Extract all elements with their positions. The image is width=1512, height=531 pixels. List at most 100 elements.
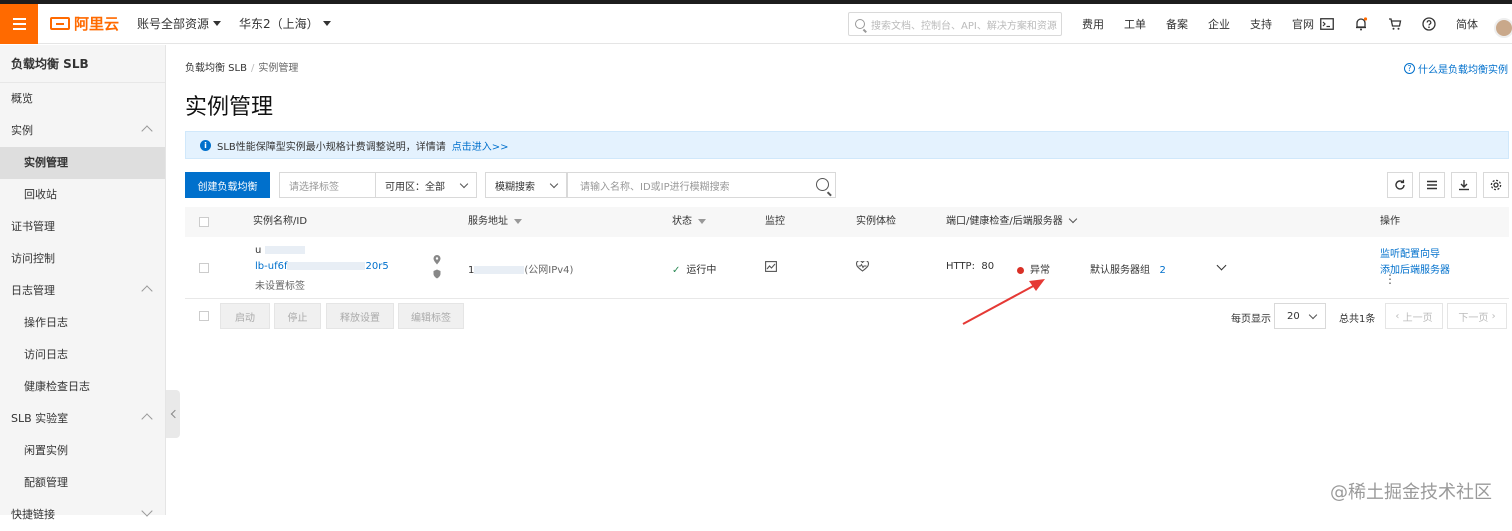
caret-down-icon xyxy=(213,21,222,26)
header-address[interactable]: 服务地址 xyxy=(468,207,522,237)
top-link-icp[interactable]: 备案 xyxy=(1166,16,1188,32)
top-links: 费用 工单 备案 企业 支持 官网 xyxy=(1082,4,1334,44)
terminal-icon[interactable] xyxy=(1320,17,1334,31)
status-badge: ✓ 运行中 xyxy=(672,265,717,276)
bulk-select-checkbox[interactable] xyxy=(199,311,209,321)
gear-icon xyxy=(1490,179,1502,191)
header-actions: 操作 xyxy=(1380,216,1400,227)
sidebar-item-instances[interactable]: 实例 xyxy=(0,115,165,147)
sidebar: 负载均衡 SLB 概览 实例 实例管理 回收站 证书管理 访问控制 日志管理 操… xyxy=(0,45,166,521)
avatar[interactable] xyxy=(1494,18,1512,38)
menu-icon[interactable] xyxy=(0,3,38,44)
sidebar-item-idle-instances[interactable]: 闲置实例 xyxy=(0,435,165,467)
instance-name[interactable]: u xyxy=(255,245,305,256)
health-checkup-icon[interactable] xyxy=(856,259,869,275)
chevron-up-icon xyxy=(141,413,153,425)
release-settings-button[interactable]: 释放设置 xyxy=(326,303,394,329)
server-count-link[interactable]: 2 xyxy=(1160,265,1166,276)
prev-page-button[interactable]: ‹ 上一页 xyxy=(1385,303,1443,329)
filter-icon xyxy=(514,218,522,224)
zone-select[interactable]: 可用区： 全部 xyxy=(375,172,477,198)
table-header: 实例名称/ID 服务地址 状态 监控 实例体检 端口/健康检查/后端服务器 操作 xyxy=(185,207,1509,237)
instance-table: 实例名称/ID 服务地址 状态 监控 实例体检 端口/健康检查/后端服务器 操作… xyxy=(185,207,1509,299)
notice-text: SLB性能保障型实例最小规格计费调整说明，详情请 xyxy=(217,141,446,153)
edit-tags-button[interactable]: 编辑标签 xyxy=(398,303,464,329)
notice-link[interactable]: 点击进入>> xyxy=(452,138,509,153)
per-page-select[interactable]: 20 xyxy=(1274,303,1326,329)
stop-button[interactable]: 停止 xyxy=(274,303,321,329)
region-dropdown[interactable]: 华东2（上海） xyxy=(239,15,331,32)
search-mode-select[interactable]: 模糊搜索 xyxy=(485,172,567,198)
next-page-button[interactable]: 下一页 › xyxy=(1447,303,1507,329)
settings-button[interactable] xyxy=(1483,172,1509,198)
sidebar-collapse-button[interactable] xyxy=(166,390,180,438)
top-link-enterprise[interactable]: 企业 xyxy=(1208,16,1230,32)
global-search-input[interactable]: 搜索文档、控制台、API、解决方案和资源 xyxy=(848,12,1062,36)
top-icon-group: 简体 xyxy=(1320,4,1478,44)
refresh-button[interactable] xyxy=(1387,172,1413,198)
sidebar-item-certificates[interactable]: 证书管理 xyxy=(0,211,165,243)
bell-icon[interactable] xyxy=(1354,17,1368,31)
header-ports[interactable]: 端口/健康检查/后端服务器 xyxy=(946,207,1078,237)
help-icon[interactable] xyxy=(1422,17,1436,31)
list-view-button[interactable] xyxy=(1419,172,1445,198)
cart-icon[interactable] xyxy=(1388,17,1402,31)
filter-icon xyxy=(698,218,706,224)
listener-wizard-link[interactable]: 监听配置向导 xyxy=(1380,245,1440,260)
aliyun-logo[interactable]: 阿里云 xyxy=(50,13,119,34)
sidebar-item-log-management[interactable]: 日志管理 xyxy=(0,275,165,307)
sidebar-item-instance-management[interactable]: 实例管理 xyxy=(0,147,165,179)
expand-row-button[interactable] xyxy=(1216,260,1227,271)
chevron-down-icon xyxy=(549,179,559,189)
page-title: 实例管理 xyxy=(185,95,274,120)
create-slb-button[interactable]: 创建负载均衡 xyxy=(185,172,270,198)
start-button[interactable]: 启动 xyxy=(220,303,270,329)
sidebar-item-recycle-bin[interactable]: 回收站 xyxy=(0,179,165,211)
chevron-left-icon xyxy=(170,409,179,419)
sidebar-item-health-check-logs[interactable]: 健康检查日志 xyxy=(0,371,165,403)
sidebar-item-overview[interactable]: 概览 xyxy=(0,83,165,115)
download-icon xyxy=(1459,180,1469,191)
shield-icon[interactable] xyxy=(433,269,441,282)
row-checkbox[interactable] xyxy=(199,263,209,273)
instance-id[interactable]: lb-uf6f 20r5 xyxy=(255,261,389,272)
table-row: u lb-uf6f 20r5 未设置标签 1 (公网IPv4) ✓ 运行中 HTTP:… xyxy=(185,237,1509,299)
monitor-icon[interactable] xyxy=(765,261,777,275)
top-link-support[interactable]: 支持 xyxy=(1250,16,1272,32)
total-count: 总共1条 xyxy=(1339,314,1376,325)
toolbar: 创建负载均衡 请选择标签 可用区： 全部 模糊搜索 请输入名称、ID或IP进行模糊… xyxy=(185,172,1509,198)
header-status[interactable]: 状态 xyxy=(672,207,706,237)
top-link-official[interactable]: 官网 xyxy=(1292,16,1314,32)
breadcrumb-slb[interactable]: 负载均衡 SLB xyxy=(185,63,247,74)
select-all-checkbox[interactable] xyxy=(199,217,209,227)
instance-tag[interactable]: 未设置标签 xyxy=(255,277,305,292)
header-name: 实例名称/ID xyxy=(253,216,308,227)
location-icon[interactable] xyxy=(433,255,441,268)
sidebar-item-slb-lab[interactable]: SLB 实验室 xyxy=(0,403,165,435)
top-link-fees[interactable]: 费用 xyxy=(1082,16,1104,32)
refresh-icon xyxy=(1395,179,1405,190)
per-page-label: 每页显示 xyxy=(1231,314,1271,325)
sidebar-item-quota-management[interactable]: 配额管理 xyxy=(0,467,165,499)
search-icon xyxy=(855,19,865,29)
top-link-tickets[interactable]: 工单 xyxy=(1124,16,1146,32)
help-link[interactable]: ? 什么是负载均衡实例 xyxy=(1404,61,1508,76)
chevron-up-icon xyxy=(141,285,153,297)
search-icon[interactable] xyxy=(816,178,829,191)
question-circle-icon: ? xyxy=(1404,63,1415,74)
language-switch[interactable]: 简体 xyxy=(1456,16,1478,32)
account-scope-dropdown[interactable]: 账号全部资源 xyxy=(137,15,222,32)
logo-mark-icon xyxy=(50,17,70,30)
caret-down-icon xyxy=(322,21,331,26)
bulk-action-bar: 启动 停止 释放设置 编辑标签 每页显示 20 总共1条 ‹ 上一页 下一页 › xyxy=(185,303,1509,329)
check-icon: ✓ xyxy=(672,265,681,276)
sidebar-item-access-logs[interactable]: 访问日志 xyxy=(0,339,165,371)
more-actions-icon[interactable]: ⋮ xyxy=(1384,273,1396,285)
sidebar-item-quick-links[interactable]: 快捷链接 xyxy=(0,499,165,531)
sidebar-item-operation-logs[interactable]: 操作日志 xyxy=(0,307,165,339)
sidebar-item-access-control[interactable]: 访问控制 xyxy=(0,243,165,275)
info-icon: i xyxy=(200,139,211,151)
instance-search-input[interactable]: 请输入名称、ID或IP进行模糊搜索 xyxy=(567,172,836,198)
chevron-down-icon xyxy=(1216,260,1227,271)
download-button[interactable] xyxy=(1451,172,1477,198)
